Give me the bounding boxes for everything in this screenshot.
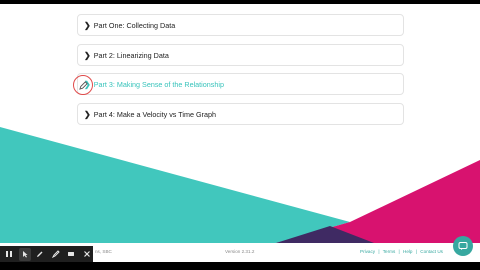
pen-cursor-icon [79, 81, 88, 90]
accordion-label: Part 2: Linearizing Data [93, 50, 169, 60]
pause-icon[interactable] [3, 248, 16, 261]
copyright-text: ns, SBC [95, 249, 112, 254]
video-letterbox-bottom [0, 262, 480, 270]
chevron-right-icon: ❯ [84, 109, 91, 119]
pointer-icon[interactable] [18, 247, 31, 261]
accordion-label: Part One: Collecting Data [93, 20, 176, 30]
annotation-toolbar [0, 246, 93, 262]
accordion-part-1[interactable]: ❯ Part One: Collecting Data [77, 14, 404, 36]
chat-button[interactable] [453, 236, 473, 256]
accordion-part-3[interactable]: ❯ Part 3: Making Sense of the Relationsh… [77, 73, 404, 95]
close-icon[interactable] [81, 248, 94, 261]
privacy-link[interactable]: Privacy [360, 249, 375, 254]
terms-link[interactable]: Terms [383, 249, 396, 254]
accordion-label: Part 3: Making Sense of the Relationship [93, 79, 224, 89]
accordion-part-4[interactable]: ❯ Part 4: Make a Velocity vs Time Graph [77, 103, 404, 125]
link-separator: | [378, 249, 380, 254]
footer-links: Privacy | Terms | Help | Contact Us [360, 249, 445, 254]
accordion-label: Part 4: Make a Velocity vs Time Graph [93, 109, 216, 119]
version-text: Version 2.31.2 [225, 249, 255, 254]
chat-bubble-icon [458, 242, 468, 250]
teal-shape [0, 127, 350, 243]
accordion-part-2[interactable]: ❯ Part 2: Linearizing Data [77, 44, 404, 66]
highlighter-icon[interactable] [50, 248, 63, 261]
contact-us-link[interactable]: Contact Us [420, 249, 443, 254]
eraser-icon[interactable] [65, 248, 78, 261]
link-separator: | [398, 249, 400, 254]
link-separator: | [415, 249, 417, 254]
decorative-background [0, 127, 480, 243]
chevron-right-icon: ❯ [84, 50, 91, 60]
help-link[interactable]: Help [403, 249, 412, 254]
chevron-right-icon: ❯ [84, 20, 91, 30]
pen-icon[interactable] [34, 248, 47, 261]
